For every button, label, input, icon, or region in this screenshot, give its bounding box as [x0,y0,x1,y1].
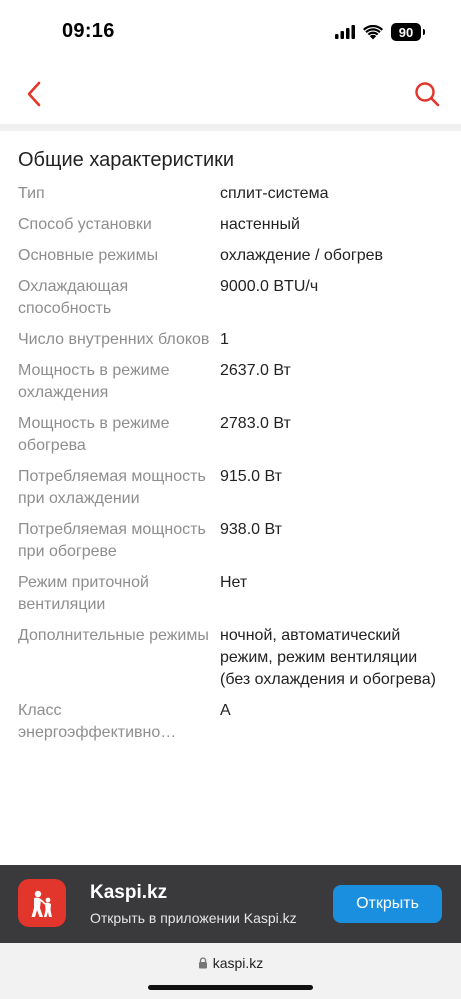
spec-label: Режим приточной вентиляции [18,574,149,613]
spec-value: охлаждение / обогрев [220,247,383,264]
kaspi-logo-icon [18,879,66,927]
battery-icon: 90 [391,23,425,41]
home-indicator[interactable] [148,985,313,990]
spec-row: Тип сплит-система [18,179,443,210]
app-subtitle: Открыть в приложении Kaspi.kz [90,910,297,926]
header-divider [0,124,461,131]
spec-label: Мощность в режиме охлаждения [18,362,170,401]
spec-label: Основные режимы [18,247,159,264]
app-name: Kaspi.kz [90,882,168,903]
spec-row: Основные режимы охлаждение / обогрев [18,241,443,272]
spec-value: ночной, автоматический режим, режим вент… [220,627,436,688]
spec-label: Дополнительные режимы [18,627,209,644]
spec-label: Число внутренних блоков [18,331,210,348]
spec-label: Способ установки [18,216,152,233]
status-time: 09:16 [62,20,115,42]
signal-icon [335,25,355,39]
spec-list: Тип сплит-система Способ установки насте… [18,179,443,749]
spec-value: настенный [220,216,300,233]
specifications-section: Общие характеристики Тип сплит-система С… [0,131,461,865]
spec-value: 938.0 Вт [220,521,282,538]
spec-label: Класс энергоэффективно… [18,702,177,741]
spec-value: A [220,702,231,719]
url-display: kaspi.kz [0,955,461,971]
status-icons: 90 [335,22,425,42]
spec-row: Класс энергоэффективно… A [18,696,443,749]
spec-label: Мощность в режиме обогрева [18,415,170,454]
spec-value: 2637.0 Вт [220,362,291,379]
spec-value: 915.0 Вт [220,468,282,485]
spec-value: 2783.0 Вт [220,415,291,432]
spec-label: Потребляемая мощность при охлаждении [18,468,206,507]
spec-value: сплит-система [220,185,329,202]
url-text: kaspi.kz [212,955,264,971]
spec-row: Мощность в режиме охлаждения 2637.0 Вт [18,356,443,409]
back-button[interactable] [16,76,52,112]
spec-row: Число внутренних блоков 1 [18,325,443,356]
app-open-banner: Kaspi.kz Открыть в приложении Kaspi.kz О… [0,865,461,943]
spec-value: Нет [220,574,248,591]
spec-label: Тип [18,185,45,202]
spec-row: Охлаждающая способность 9000.0 BTU/ч [18,272,443,325]
wifi-icon [363,24,383,39]
spec-value: 1 [220,331,229,348]
spec-row: Потребляемая мощность при охлаждении 915… [18,462,443,515]
search-button[interactable] [409,76,445,112]
spec-row: Режим приточной вентиляции Нет [18,568,443,621]
spec-row: Дополнительные режимы ночной, автоматиче… [18,621,443,696]
nav-bar [0,64,461,124]
chevron-left-icon [27,81,41,107]
spec-label: Потребляемая мощность при обогреве [18,521,206,560]
browser-url-bar[interactable]: kaspi.kz [0,943,461,999]
spec-row: Мощность в режиме обогрева 2783.0 Вт [18,409,443,462]
search-icon [415,82,440,107]
status-bar: 09:16 90 [0,0,461,64]
spec-value: 9000.0 BTU/ч [220,278,319,295]
spec-row: Способ установки настенный [18,210,443,241]
open-in-app-button[interactable]: Открыть [333,885,442,923]
spec-row: Потребляемая мощность при обогреве 938.0… [18,515,443,568]
spec-label: Охлаждающая способность [18,278,129,317]
section-title: Общие характеристики [18,149,235,171]
lock-icon [198,957,207,969]
